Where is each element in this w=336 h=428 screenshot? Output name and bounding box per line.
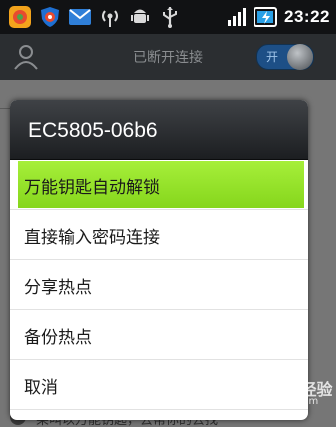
menu-item-backup-hotspot[interactable]: 备份热点 <box>10 310 308 360</box>
toggle-knob <box>287 44 313 70</box>
menu-item-enter-password[interactable]: 直接输入密码连接 <box>10 210 308 260</box>
shield-icon <box>41 7 59 27</box>
menu-item-label: 分享热点 <box>24 278 92 298</box>
toggle-label: 开 <box>266 50 279 64</box>
mail-icon <box>69 9 91 25</box>
menu-item-label: 取消 <box>24 378 58 398</box>
app-icon <box>9 6 31 28</box>
dialog-title: EC5805-06b6 <box>28 119 158 142</box>
status-bar: 23:22 <box>0 0 336 34</box>
dialog-header: EC5805-06b6 <box>10 100 308 160</box>
app-header: 已断开连接 开 <box>0 34 336 80</box>
wifi-toggle[interactable]: 开 <box>256 44 314 70</box>
usb-icon <box>163 7 177 28</box>
menu-item-label: 备份热点 <box>24 328 92 348</box>
clock: 23:22 <box>284 7 330 26</box>
menu-item-label: 直接输入密码连接 <box>24 228 160 248</box>
menu-item-auto-unlock[interactable]: 万能钥匙自动解锁 <box>10 160 308 210</box>
background-divider <box>0 108 10 109</box>
android-debug-icon <box>131 9 149 23</box>
notification-icons <box>8 5 182 29</box>
menu-item-label: 万能钥匙自动解锁 <box>24 178 160 198</box>
wifi-hotspot-icon <box>102 10 118 27</box>
baidu-watermark: Bai du 经验 jingyan.baidu.com <box>186 372 334 414</box>
paw-logo-icon <box>192 377 226 407</box>
battery-charging-icon <box>254 7 278 27</box>
watermark-url: jingyan.baidu.com <box>226 396 319 407</box>
status-right: 23:22 <box>228 4 330 30</box>
signal-icon <box>228 8 247 26</box>
menu-item-share-hotspot[interactable]: 分享热点 <box>10 260 308 310</box>
